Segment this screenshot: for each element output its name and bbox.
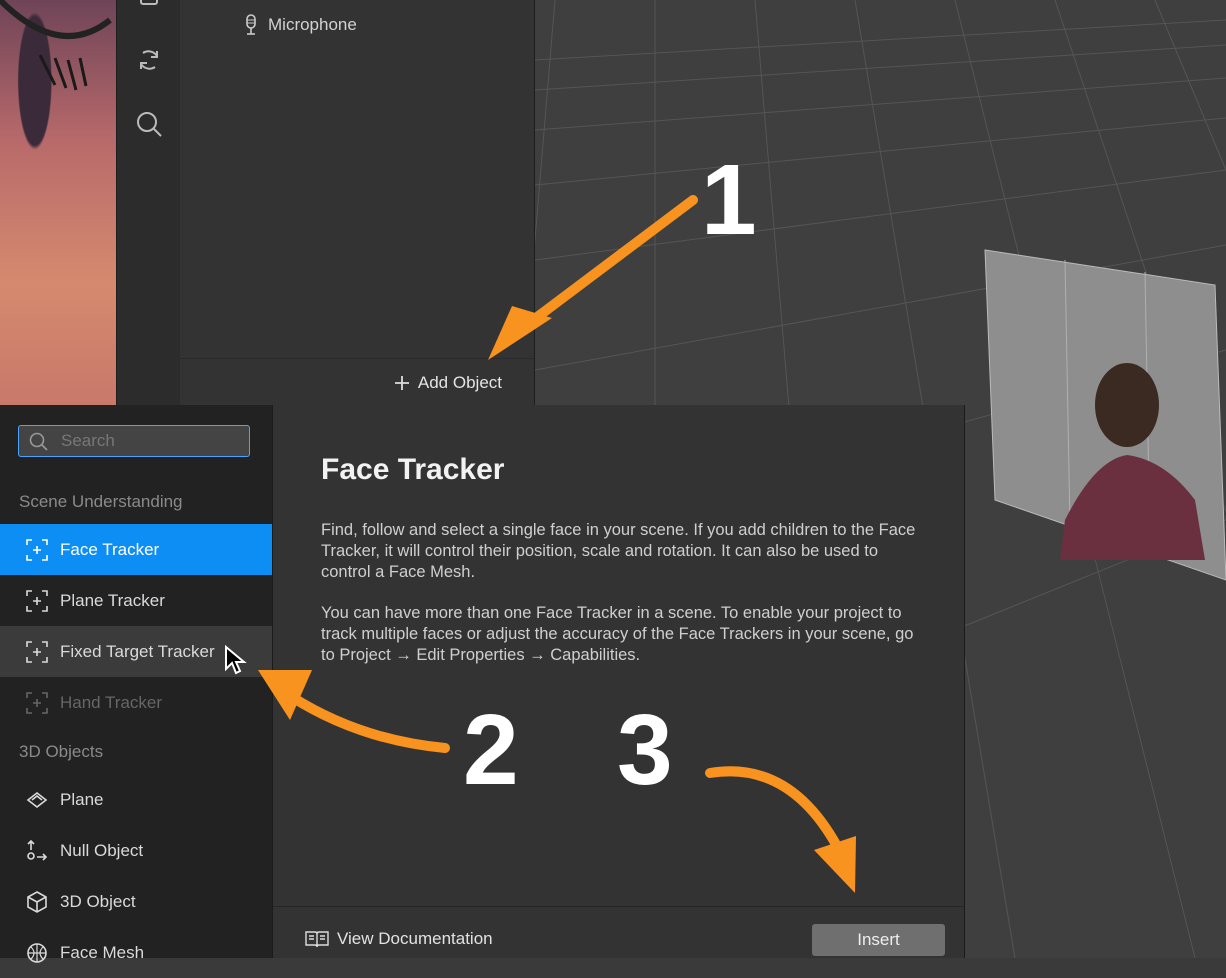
detail-title: Face Tracker: [321, 453, 505, 486]
list-item-label: 3D Object: [60, 891, 136, 911]
list-item-face-mesh[interactable]: Face Mesh: [0, 927, 272, 978]
scene-item-label: Microphone: [268, 15, 357, 34]
search-input[interactable]: [55, 430, 243, 452]
eyelash-graphic: [0, 0, 112, 91]
section-heading-scene-understanding: Scene Understanding: [19, 492, 183, 511]
insert-button[interactable]: Insert: [812, 924, 945, 956]
preview-photo: [0, 0, 116, 405]
tracker-icon: [26, 589, 48, 612]
add-object-button[interactable]: Add Object: [394, 373, 502, 393]
object-picker-sidebar: Scene Understanding Face Tracker Plane T…: [0, 405, 272, 963]
book-icon: [305, 931, 329, 948]
tracker-icon: [26, 691, 48, 714]
step-number-1: 1: [701, 144, 757, 256]
list-item-label: Face Mesh: [60, 942, 145, 962]
layout-icon[interactable]: [133, 0, 165, 14]
face-mesh-icon: [27, 942, 47, 963]
object-picker-detail: Face Tracker Find, follow and select a s…: [272, 405, 965, 958]
view-documentation-link[interactable]: View Documentation: [305, 929, 493, 949]
list-item-label: Fixed Target Tracker: [60, 641, 215, 661]
list-item-face-tracker[interactable]: Face Tracker: [0, 524, 272, 575]
scene-panel: Microphone Add Object: [180, 0, 535, 405]
list-item-label: Face Tracker: [60, 539, 160, 559]
side-toolbar: [116, 0, 182, 405]
mouse-cursor-icon: [225, 645, 247, 675]
detail-description: Find, follow and select a single face in…: [321, 521, 916, 581]
view-documentation-label: View Documentation: [337, 929, 493, 948]
add-object-label: Add Object: [417, 373, 502, 392]
dialog-footer: View Documentation Insert: [273, 906, 964, 959]
scene-item-microphone[interactable]: Microphone: [244, 12, 357, 38]
list-item-label: Plane: [60, 789, 104, 809]
search-icon: [29, 432, 48, 451]
list-item-null-object[interactable]: Null Object: [0, 825, 272, 876]
list-item-plane-tracker[interactable]: Plane Tracker: [0, 575, 272, 626]
list-item-label: Plane Tracker: [60, 590, 165, 610]
refresh-icon[interactable]: [133, 44, 165, 76]
scene-panel-footer: Add Object: [180, 358, 534, 406]
plane-icon: [26, 791, 48, 808]
microphone-icon: [246, 14, 256, 35]
search-field[interactable]: [18, 425, 250, 457]
step-number-3: 3: [617, 694, 673, 806]
plus-icon: [394, 376, 409, 390]
detail-description: You can have more than one Face Tracker …: [321, 604, 914, 664]
step-number-2: 2: [463, 694, 519, 806]
null-object-icon: [27, 839, 48, 861]
list-item-3d-object[interactable]: 3D Object: [0, 876, 272, 927]
tracker-icon: [26, 640, 48, 663]
cube-icon: [27, 890, 47, 913]
search-icon[interactable]: [133, 108, 165, 140]
section-heading-3d-objects: 3D Objects: [19, 742, 104, 761]
list-item-plane[interactable]: Plane: [0, 774, 272, 825]
tracker-icon: [26, 538, 48, 561]
list-item-label: Null Object: [60, 840, 144, 860]
list-item-hand-tracker: Hand Tracker: [0, 677, 272, 728]
list-item-label: Hand Tracker: [60, 692, 163, 712]
